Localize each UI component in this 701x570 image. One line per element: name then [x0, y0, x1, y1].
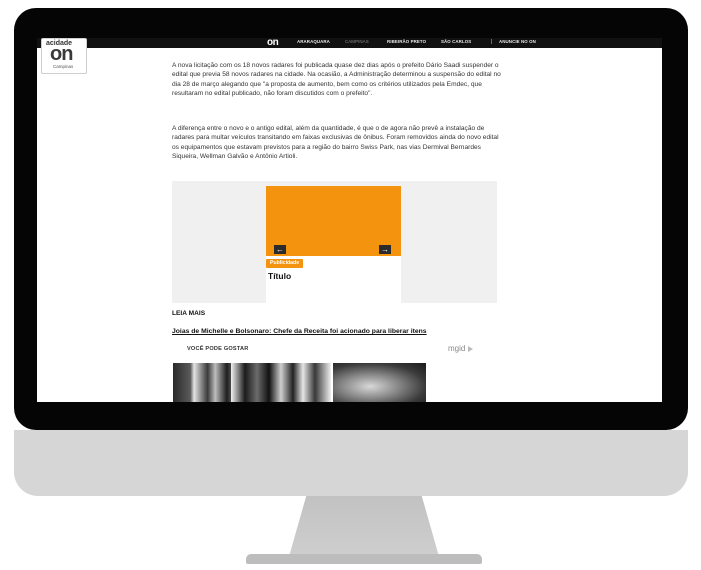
- nav-logo[interactable]: on: [267, 38, 279, 48]
- nav-item-campinas[interactable]: CAMPINAS: [345, 39, 369, 44]
- article-paragraph: A nova licitação com os 18 novos radares…: [172, 62, 501, 97]
- leia-mais-heading: LEIA MAIS: [172, 310, 206, 317]
- monitor-stand: [288, 496, 440, 560]
- nav-cta-anuncie[interactable]: ANUNCIE NO ON: [499, 39, 536, 44]
- arrow-left-icon[interactable]: ←: [274, 245, 286, 254]
- monitor-stand-base: [246, 554, 482, 564]
- nav-separator: |: [491, 39, 493, 45]
- ad-choices-icon[interactable]: [468, 346, 473, 352]
- nav-item-ribeirao-preto[interactable]: RIBEIRÃO PRETO: [387, 39, 426, 44]
- browser-screen: on ARARAQUARA CAMPINAS RIBEIRÃO PRETO SÃ…: [37, 38, 662, 402]
- monitor-chin: [14, 430, 688, 496]
- arrow-right-icon[interactable]: →: [379, 245, 391, 254]
- nav-item-araraquara[interactable]: ARARAQUARA: [297, 39, 330, 44]
- recommend-thumbnail[interactable]: [333, 363, 426, 402]
- article-paragraph: A diferença entre o novo e o antigo edit…: [172, 125, 499, 160]
- ad-badge: Publicidade: [266, 259, 304, 268]
- site-logo[interactable]: acidade on Campinas: [41, 38, 87, 74]
- related-article-link[interactable]: Joias de Michelle e Bolsonaro: Chefe da …: [172, 328, 427, 335]
- site-logo-on: on: [50, 43, 73, 65]
- mgid-logo[interactable]: mgid: [448, 344, 465, 353]
- nav-item-sao-carlos[interactable]: SÃO CARLOS: [441, 39, 471, 44]
- ad-title[interactable]: Título: [268, 271, 291, 281]
- recommend-heading: VOCÊ PODE GOSTAR: [187, 346, 249, 352]
- recommend-thumbnail[interactable]: [231, 363, 331, 402]
- site-logo-city: Campinas: [53, 64, 74, 69]
